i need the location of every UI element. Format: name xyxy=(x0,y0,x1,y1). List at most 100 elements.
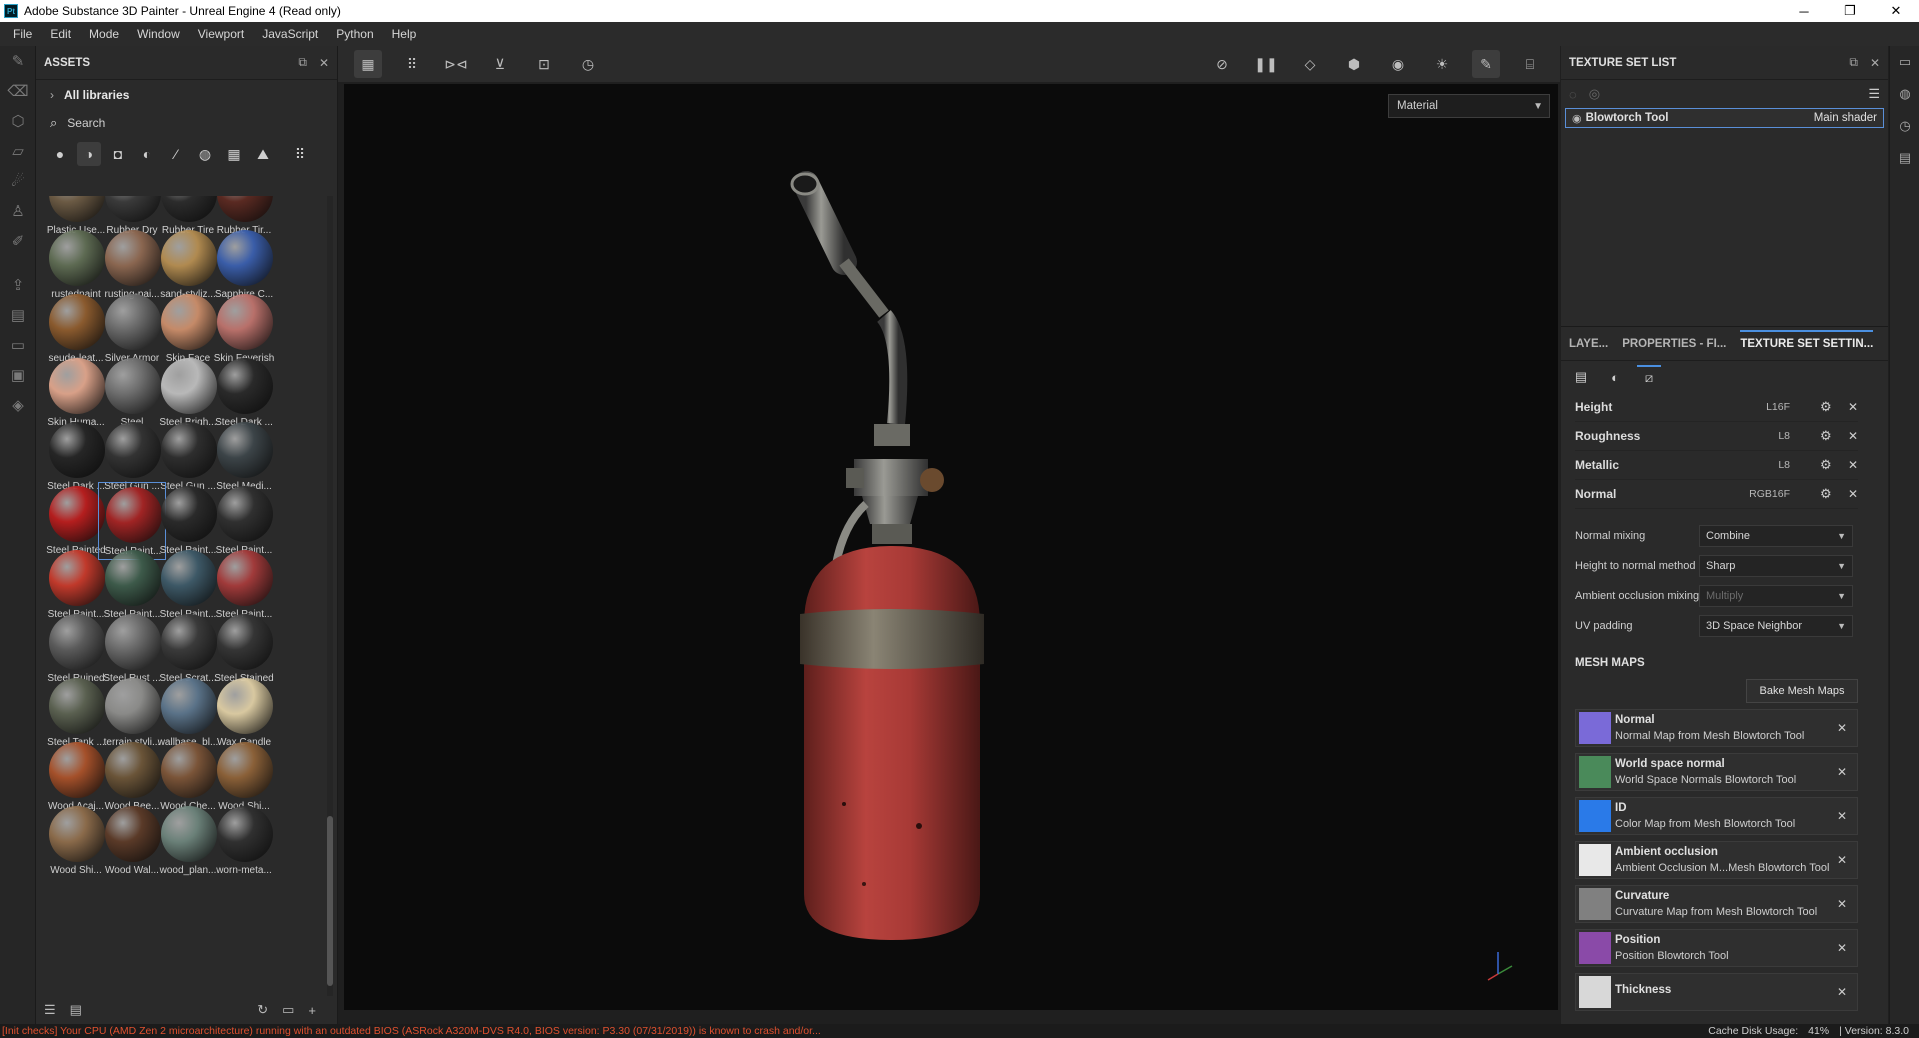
filter-brushes-icon[interactable]: ⁄ xyxy=(164,142,188,166)
asset-search-input[interactable]: ⌕ Search xyxy=(36,110,337,136)
filter-smart-materials-icon[interactable]: ◑ xyxy=(77,142,101,166)
view-3d-icon[interactable]: ⬢ xyxy=(1340,50,1368,78)
projection-icon[interactable]: ⬡ xyxy=(0,106,36,136)
bake-icon[interactable]: ▤ xyxy=(0,300,36,330)
channel-format[interactable]: L8 xyxy=(1720,459,1790,471)
view-2d-icon[interactable]: ◇ xyxy=(1296,50,1324,78)
filter-textures-icon[interactable]: ▦ xyxy=(222,142,246,166)
folder-icon[interactable]: ▭ xyxy=(282,1002,294,1018)
mesh-map-item[interactable]: Thickness ✕ xyxy=(1575,973,1858,1011)
mesh-map-item[interactable]: Ambient occlusion Ambient Occlusion M...M… xyxy=(1575,841,1858,879)
visibility-icon[interactable]: ◎ xyxy=(1589,86,1600,102)
document-icon[interactable]: ▭ xyxy=(0,330,36,360)
fit-icon[interactable]: ⊡ xyxy=(530,50,558,78)
eye-icon[interactable]: ◉ xyxy=(1572,112,1582,125)
menu-file[interactable]: File xyxy=(4,27,41,41)
asset-scrollbar[interactable] xyxy=(327,196,333,996)
remove-channel-icon[interactable]: ✕ xyxy=(1842,429,1858,443)
setting-select[interactable]: Sharp ▼ xyxy=(1699,555,1853,577)
mesh-map-item[interactable]: Curvature Curvature Map from Mesh Blowtor… xyxy=(1575,885,1858,923)
channel-format[interactable]: L16F xyxy=(1720,401,1790,413)
clone-stamp-icon[interactable]: ♙ xyxy=(0,196,36,226)
tab-layers[interactable]: LAYE... xyxy=(1569,338,1608,350)
refresh-icon[interactable]: ↻ xyxy=(257,1002,268,1018)
remove-channel-icon[interactable]: ✕ xyxy=(1842,487,1858,501)
camera-icon[interactable]: ◉ xyxy=(1384,50,1412,78)
mesh-map-item[interactable]: World space normal World Space Normals Bl… xyxy=(1575,753,1858,791)
filter-materials-icon[interactable]: ● xyxy=(48,142,72,166)
remove-mesh-map-icon[interactable]: ✕ xyxy=(1837,941,1857,955)
menu-viewport[interactable]: Viewport xyxy=(189,27,253,41)
filter-masks-icon[interactable]: ◘ xyxy=(106,142,130,166)
history-icon[interactable]: ◷ xyxy=(574,50,602,78)
pause-icon[interactable]: ❚❚ xyxy=(1252,50,1280,78)
channels-icon[interactable]: ▤ xyxy=(1569,365,1593,389)
mirror-y-icon[interactable]: ⊻ xyxy=(486,50,514,78)
maximize-button[interactable]: ❐ xyxy=(1827,0,1873,22)
asset-item[interactable]: worn-meta... xyxy=(210,802,278,880)
filter-environments-icon[interactable]: ⛰ xyxy=(251,142,275,166)
paint-mode-icon[interactable]: ✎ xyxy=(1472,50,1500,78)
texture-set-shader[interactable]: Main shader xyxy=(1814,112,1877,124)
texture-set-icon[interactable]: ▭ xyxy=(1890,46,1919,78)
picker-icon[interactable]: ✐ xyxy=(0,226,36,256)
texture-set-item[interactable]: ◉ Blowtorch Tool Main shader xyxy=(1565,108,1884,128)
bake-mesh-maps-button[interactable]: Bake Mesh Maps xyxy=(1746,679,1858,703)
minimize-button[interactable]: ─ xyxy=(1781,0,1827,22)
remove-mesh-map-icon[interactable]: ✕ xyxy=(1837,765,1857,779)
mesh-map-item[interactable]: ID Color Map from Mesh Blowtorch Tool ✕ xyxy=(1575,797,1858,835)
gear-icon[interactable]: ⚙ xyxy=(1820,457,1842,473)
bake-light-icon[interactable]: ☀ xyxy=(1428,50,1456,78)
setting-select[interactable]: 3D Space Neighbor ▼ xyxy=(1699,615,1853,637)
add-icon[interactable]: + xyxy=(308,1003,316,1018)
visibility-off-icon[interactable]: ◌ xyxy=(1569,87,1577,102)
remove-mesh-map-icon[interactable]: ✕ xyxy=(1837,985,1857,999)
close-panel-icon[interactable]: ✕ xyxy=(319,56,329,70)
tab-properties[interactable]: PROPERTIES - FI... xyxy=(1622,338,1726,350)
shader-settings-icon[interactable]: ◍ xyxy=(1890,78,1919,110)
menu-edit[interactable]: Edit xyxy=(41,27,80,41)
mesh-map-item[interactable]: Position Position Blowtorch Tool ✕ xyxy=(1575,929,1858,967)
hide-icon[interactable]: ⊘ xyxy=(1208,50,1236,78)
polygon-fill-icon[interactable]: ▱ xyxy=(0,136,36,166)
smudge-icon[interactable]: ☄ xyxy=(0,166,36,196)
channel-format[interactable]: L8 xyxy=(1720,430,1790,442)
gear-icon[interactable]: ⚙ xyxy=(1820,428,1842,444)
settings-menu-icon[interactable]: ☰ xyxy=(1868,86,1880,102)
menu-help[interactable]: Help xyxy=(383,27,426,41)
filter-alphas-icon[interactable]: ◍ xyxy=(193,142,217,166)
remove-mesh-map-icon[interactable]: ✕ xyxy=(1837,721,1857,735)
history-icon[interactable]: ◷ xyxy=(1890,110,1919,142)
remove-channel-icon[interactable]: ✕ xyxy=(1842,400,1858,414)
tiling-icon[interactable]: ⠿ xyxy=(398,50,426,78)
details-view-icon[interactable]: ▤ xyxy=(70,1002,82,1018)
gear-icon[interactable]: ⚙ xyxy=(1820,399,1842,415)
eraser-icon[interactable]: ⌫ xyxy=(0,76,36,106)
menu-mode[interactable]: Mode xyxy=(80,27,128,41)
tab-texture-set-settings[interactable]: TEXTURE SET SETTIN... xyxy=(1740,329,1874,350)
log-icon[interactable]: ▤ xyxy=(1890,142,1919,174)
mirror-x-icon[interactable]: ⊳⊲ xyxy=(442,50,470,78)
paint-brush-icon[interactable]: ✎ xyxy=(0,46,36,76)
menu-python[interactable]: Python xyxy=(327,27,382,41)
close-panel-icon[interactable]: ✕ xyxy=(1870,56,1880,70)
mesh-maps-icon[interactable]: ◐ xyxy=(1603,365,1627,389)
export-icon[interactable]: ⇪ xyxy=(0,270,36,300)
filter-generators-icon[interactable]: ◐ xyxy=(135,142,159,166)
viewport-3d[interactable]: Material ▼ xyxy=(344,84,1558,1010)
shader-icon[interactable]: ◈ xyxy=(0,390,36,420)
remove-channel-icon[interactable]: ✕ xyxy=(1842,458,1858,472)
list-view-icon[interactable]: ☰ xyxy=(44,1002,56,1018)
uv-icon[interactable]: ⧄ xyxy=(1637,365,1661,389)
channel-format[interactable]: RGB16F xyxy=(1720,488,1790,500)
status-warning[interactable]: [Init checks] Your CPU (AMD Zen 2 microa… xyxy=(2,1025,1708,1037)
mesh-map-item[interactable]: Normal Normal Map from Mesh Blowtorch Too… xyxy=(1575,709,1858,747)
menu-javascript[interactable]: JavaScript xyxy=(253,27,327,41)
setting-select[interactable]: Combine ▼ xyxy=(1699,525,1853,547)
float-panel-icon[interactable]: ⧉ xyxy=(1849,55,1858,70)
library-selector[interactable]: › All libraries xyxy=(36,80,337,110)
uv-grid-icon[interactable]: ▦ xyxy=(354,50,382,78)
display-settings-icon[interactable]: ▣ xyxy=(0,360,36,390)
float-panel-icon[interactable]: ⧉ xyxy=(298,55,307,70)
remove-mesh-map-icon[interactable]: ✕ xyxy=(1837,897,1857,911)
